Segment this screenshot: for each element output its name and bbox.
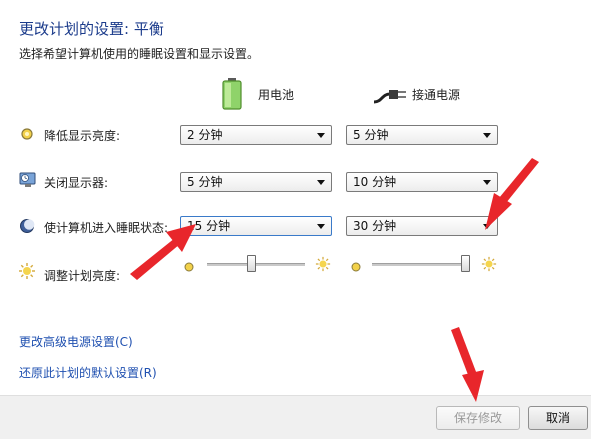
brightness-dim-icon [19,126,35,142]
chevron-down-icon [483,180,491,185]
chevron-down-icon [483,224,491,229]
chevron-down-icon [483,133,491,138]
sleep-plugged-select[interactable]: 30 分钟 [346,216,498,236]
plugged-brightness-slider-thumb[interactable] [461,255,470,272]
brightness-sun-icon [18,262,35,279]
battery-brightness-slider-thumb[interactable] [247,255,257,272]
annotation-arrow [451,327,484,402]
turn-off-display-battery-value: 5 分钟 [187,175,223,189]
power-plug-icon [372,84,408,110]
battery-icon [222,78,242,114]
restore-defaults-link[interactable]: 还原此计划的默认设置(R) [19,364,157,381]
dim-display-battery-select[interactable]: 2 分钟 [180,125,332,145]
cancel-button[interactable]: 取消 [528,406,588,430]
turn-off-display-plugged-select[interactable]: 10 分钟 [346,172,498,192]
page-subtitle: 选择希望计算机使用的睡眠设置和显示设置。 [19,47,260,61]
chevron-down-icon [317,224,325,229]
brightness-label: 调整计划亮度: [44,269,121,283]
brightness-sun-icon [315,256,331,276]
dim-display-label: 降低显示亮度: [44,129,121,143]
turn-off-display-plugged-value: 10 分钟 [353,175,397,189]
turn-off-display-label: 关闭显示器: [44,176,109,190]
brightness-sun-icon [481,256,497,276]
turn-off-display-battery-select[interactable]: 5 分钟 [180,172,332,192]
brightness-dim-icon [350,258,362,277]
plugged-brightness-slider-track[interactable] [372,263,470,266]
sleep-battery-select[interactable]: 15 分钟 [180,216,332,236]
sleep-label: 使计算机进入睡眠状态: [44,221,169,235]
dim-display-battery-value: 2 分钟 [187,128,223,142]
advanced-power-settings-link[interactable]: 更改高级电源设置(C) [19,333,133,350]
save-changes-button[interactable]: 保存修改 [436,406,520,430]
sleep-plugged-value: 30 分钟 [353,219,397,233]
chevron-down-icon [317,133,325,138]
battery-column-header: 用电池 [258,88,295,102]
plugged-in-column-header: 接通电源 [412,88,461,102]
chevron-down-icon [317,180,325,185]
sleep-battery-value: 15 分钟 [187,219,231,233]
brightness-dim-icon [183,258,195,277]
display-off-icon [19,172,36,188]
page-title: 更改计划的设置: 平衡 [19,20,164,38]
sleep-moon-icon [19,218,35,234]
dim-display-plugged-select[interactable]: 5 分钟 [346,125,498,145]
dim-display-plugged-value: 5 分钟 [353,128,389,142]
